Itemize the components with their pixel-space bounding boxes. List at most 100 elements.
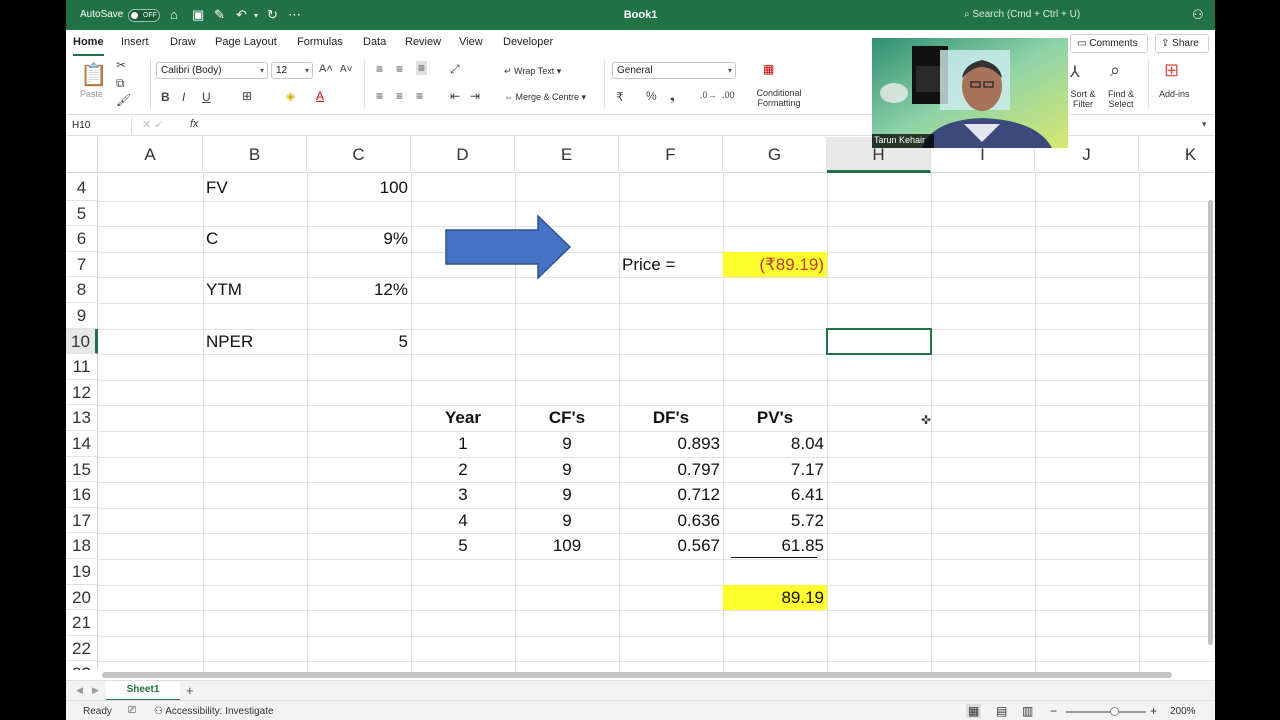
page-break-view-icon[interactable]: ▥ (1022, 704, 1033, 718)
tab-page-layout[interactable]: Page Layout (215, 36, 277, 48)
column-header-k[interactable]: K (1139, 137, 1215, 173)
horizontal-scrollbar[interactable] (102, 672, 1172, 678)
zoom-out-icon[interactable]: − (1050, 704, 1057, 718)
prev-sheet-icon[interactable]: ◀ (76, 685, 83, 696)
cell-present-value[interactable]: 7.17 (723, 457, 827, 483)
sheet-tab[interactable]: Sheet1 (106, 681, 180, 701)
currency-icon[interactable]: ₹ (616, 90, 624, 104)
align-center-icon[interactable]: ≡ (396, 89, 403, 103)
row-header-22[interactable]: 22 (66, 635, 98, 662)
cell-b10[interactable]: NPER (203, 329, 307, 355)
align-middle-icon[interactable]: ≡ (396, 62, 403, 76)
zoom-slider-thumb[interactable] (1110, 707, 1119, 716)
cell-year[interactable]: 1 (411, 431, 515, 457)
paste-icon[interactable]: 📋 (80, 62, 107, 88)
spreadsheet-grid[interactable]: ABCDEFGHIJK 4 5 6 7 8 9 10 11 12 13 14 15 16 17 18 19 20… (66, 137, 1215, 670)
vertical-scrollbar[interactable] (1208, 200, 1213, 645)
cell-g7-price[interactable]: (₹89.19) (723, 251, 827, 278)
number-format-select[interactable]: General ▾ (612, 62, 736, 79)
cell-year[interactable]: 2 (411, 457, 515, 483)
add-ins-label[interactable]: Add-ins (1159, 89, 1190, 99)
cell-discount-factor[interactable]: 0.893 (619, 431, 723, 457)
cell-f13[interactable]: DF's (619, 405, 723, 431)
macro-icon[interactable]: ⎚ (128, 705, 136, 716)
name-box[interactable]: H10 (68, 117, 132, 134)
cell-discount-factor[interactable]: 0.712 (619, 482, 723, 508)
decrease-font-icon[interactable]: A˅ (340, 64, 353, 75)
font-size-select[interactable]: 12 ▾ (271, 62, 313, 79)
accessibility-status[interactable]: ⚇ Accessibility: Investigate (154, 706, 274, 717)
cell-e13[interactable]: CF's (515, 405, 619, 431)
row-header-16[interactable]: 16 (66, 482, 98, 508)
column-header-c[interactable]: C (307, 137, 411, 173)
row-header-21[interactable]: 21 (66, 610, 98, 636)
align-top-icon[interactable]: ≡ (376, 62, 383, 76)
column-header-g[interactable]: G (723, 137, 827, 173)
cell-c10[interactable]: 5 (307, 329, 411, 355)
cell-present-value[interactable]: 6.41 (723, 482, 827, 508)
add-ins-icon[interactable]: ⊞ (1164, 60, 1179, 81)
cell-b4[interactable]: FV (203, 175, 307, 201)
row-header-15[interactable]: 15 (66, 456, 98, 483)
cell-c4[interactable]: 100 (307, 175, 411, 201)
function-icon[interactable]: fx (190, 118, 199, 130)
row-header-9[interactable]: 9 (66, 303, 98, 329)
row-header-8[interactable]: 8 (66, 277, 98, 303)
cell-cashflow[interactable]: 9 (515, 508, 619, 534)
cell-present-value[interactable]: 61.85 (723, 533, 827, 559)
sort-filter-label[interactable]: Sort & Filter (1068, 89, 1098, 109)
cell-c8[interactable]: 12% (307, 277, 411, 303)
italic-icon[interactable]: I (182, 90, 185, 104)
underline-icon[interactable]: U (202, 90, 211, 104)
cell-cashflow[interactable]: 109 (515, 533, 619, 559)
row-header-13[interactable]: 13 (66, 405, 98, 431)
row-header-23[interactable]: 23 (66, 661, 98, 670)
row-header-7[interactable]: 7 (66, 251, 98, 278)
column-header-e[interactable]: E (515, 137, 619, 173)
row-header-6[interactable]: 6 (66, 226, 98, 252)
row-header-19[interactable]: 19 (66, 559, 98, 585)
cell-cashflow[interactable]: 9 (515, 482, 619, 508)
decrease-decimal-icon[interactable]: .00 (722, 90, 735, 100)
tab-view[interactable]: View (459, 36, 483, 48)
zoom-in-icon[interactable]: + (1150, 704, 1157, 718)
cell-discount-factor[interactable]: 0.797 (619, 457, 723, 483)
increase-font-icon[interactable]: A˄ (319, 63, 333, 75)
cell-b6[interactable]: C (203, 226, 307, 252)
borders-icon[interactable]: ⊞ (242, 89, 252, 103)
conditional-formatting-label[interactable]: Conditional Formatting (754, 88, 804, 108)
merge-centre-button[interactable]: ⇔ Merge & Centre ▾ (504, 92, 586, 103)
orientation-icon[interactable]: ⤢ (450, 62, 460, 77)
tab-home[interactable]: Home (73, 36, 104, 57)
row-header-14[interactable]: 14 (66, 431, 98, 457)
sort-filter-icon[interactable]: ⅄ (1070, 62, 1080, 82)
row-header-18[interactable]: 18 (66, 533, 98, 559)
row-header-17[interactable]: 17 (66, 507, 98, 534)
active-cell-h10[interactable] (826, 327, 932, 356)
tab-draw[interactable]: Draw (170, 36, 196, 48)
page-layout-view-icon[interactable]: ▤ (996, 704, 1007, 718)
cut-icon[interactable]: ✂ (116, 58, 126, 72)
cell-cashflow[interactable]: 9 (515, 431, 619, 457)
cell-c6[interactable]: 9% (307, 226, 411, 252)
cell-discount-factor[interactable]: 0.636 (619, 508, 723, 534)
bold-icon[interactable]: B (161, 90, 170, 104)
add-sheet-icon[interactable]: + (186, 683, 194, 698)
row-header-12[interactable]: 12 (66, 379, 98, 406)
profile-icon[interactable]: ⚇ (1192, 7, 1204, 23)
column-header-f[interactable]: F (619, 137, 723, 173)
share-button[interactable]: ⇪ Share (1155, 34, 1209, 53)
tab-developer[interactable]: Developer (503, 36, 553, 48)
conditional-formatting-icon[interactable]: ▦ (763, 62, 774, 76)
column-header-b[interactable]: B (203, 137, 307, 173)
row-header-4[interactable]: 4 (66, 175, 98, 201)
tab-formulas[interactable]: Formulas (297, 36, 343, 48)
cell-discount-factor[interactable]: 0.567 (619, 533, 723, 559)
row-header-11[interactable]: 11 (66, 354, 98, 380)
row-header-10[interactable]: 10 (66, 328, 98, 355)
column-header-d[interactable]: D (411, 137, 515, 173)
chevron-down-icon[interactable]: ▾ (1202, 119, 1207, 130)
percent-icon[interactable]: % (646, 89, 657, 103)
increase-decimal-icon[interactable]: .0→ (700, 90, 717, 100)
comma-style-icon[interactable]: ❟ (670, 89, 675, 104)
